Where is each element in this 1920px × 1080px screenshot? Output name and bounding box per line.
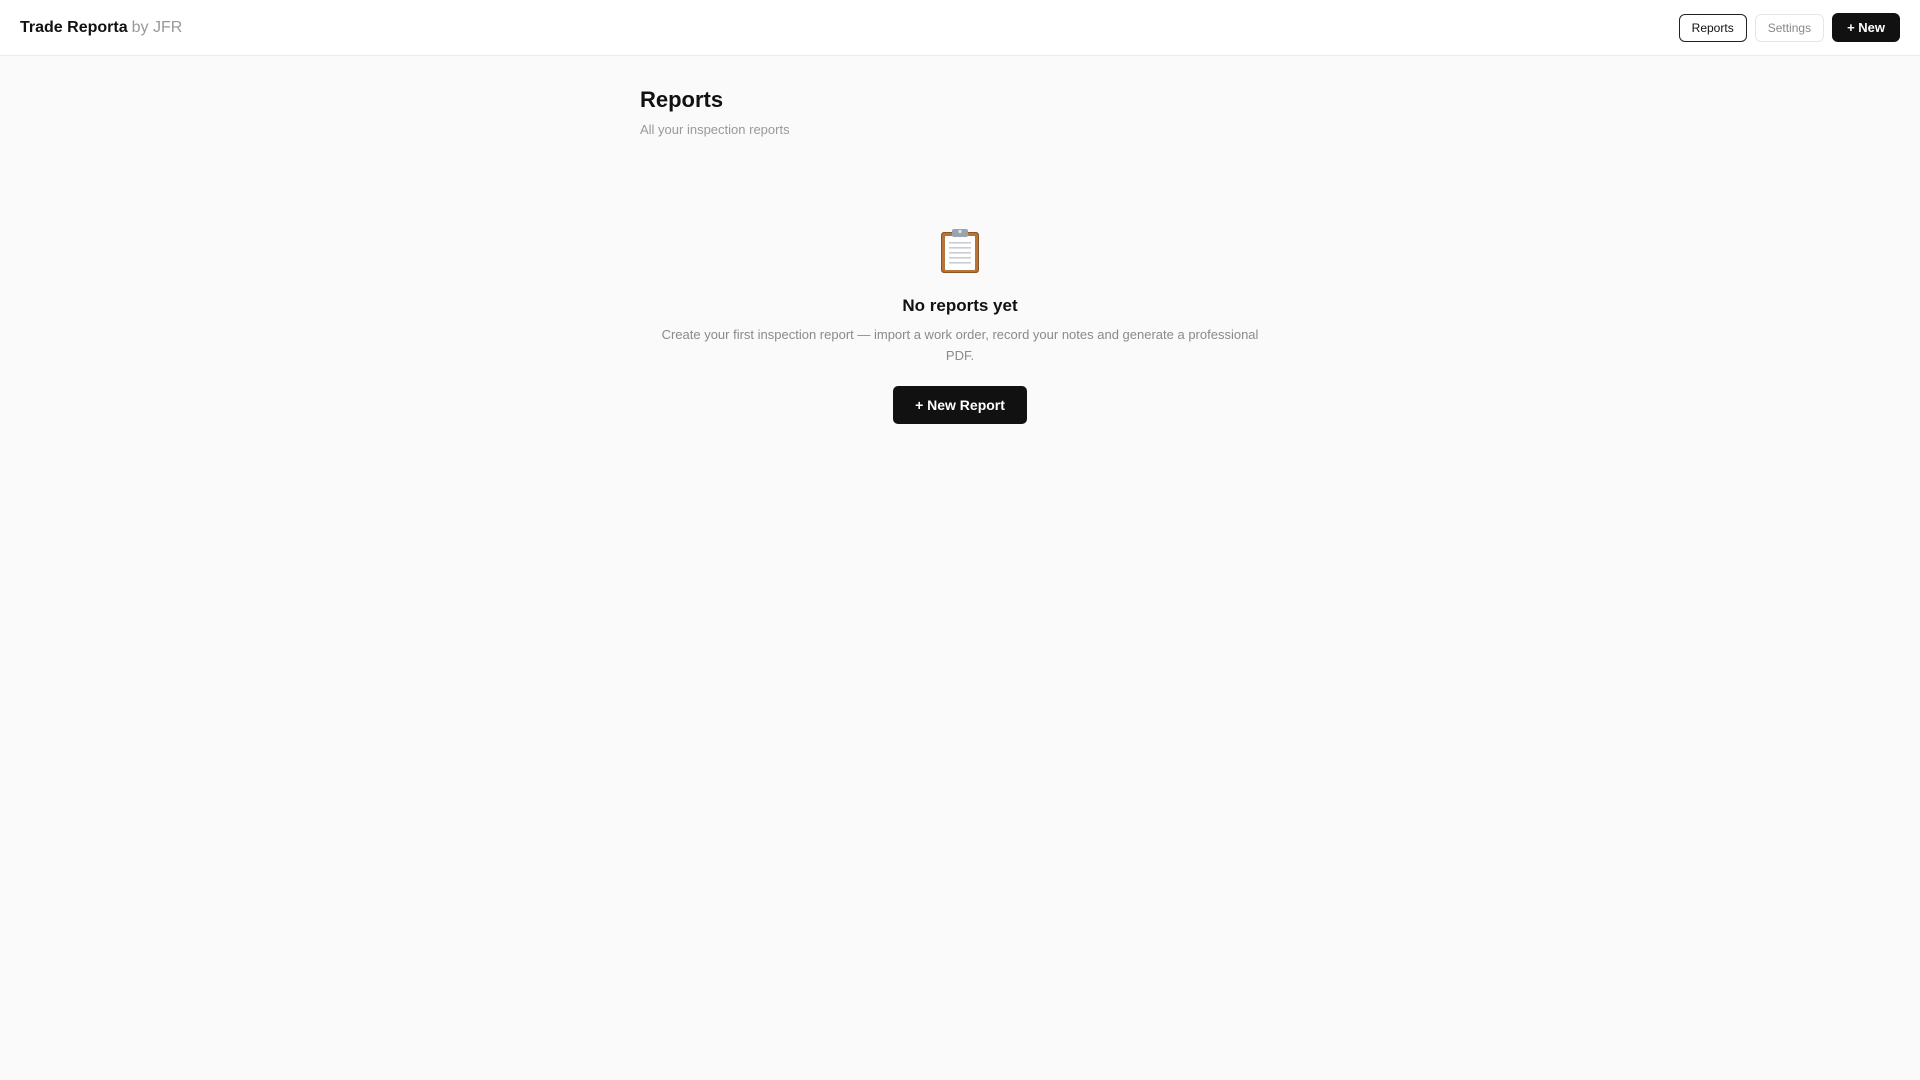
new-button[interactable]: + New [1832, 13, 1900, 42]
empty-state-title: No reports yet [902, 296, 1018, 315]
top-bar: Trade Reporta by JFR Reports Settings + … [0, 0, 1920, 56]
clipboard-icon [940, 228, 980, 274]
top-nav: Reports Settings + New [1678, 13, 1900, 42]
empty-state: No reports yet Create your first inspect… [640, 228, 1280, 424]
main-content: Reports All your inspection reports No r… [640, 56, 1280, 424]
brand-byline: by JFR [131, 18, 183, 36]
empty-state-description: Create your first inspection report — im… [661, 327, 1259, 363]
brand-name: Trade Reporta [20, 18, 128, 36]
page-title: Reports [640, 87, 724, 112]
settings-nav-button[interactable]: Settings [1754, 13, 1825, 42]
page-subtitle: All your inspection reports [640, 122, 790, 137]
new-report-button[interactable]: + New Report [893, 386, 1027, 424]
brand[interactable]: Trade Reporta by JFR [20, 18, 182, 38]
reports-nav-button[interactable]: Reports [1678, 13, 1747, 42]
